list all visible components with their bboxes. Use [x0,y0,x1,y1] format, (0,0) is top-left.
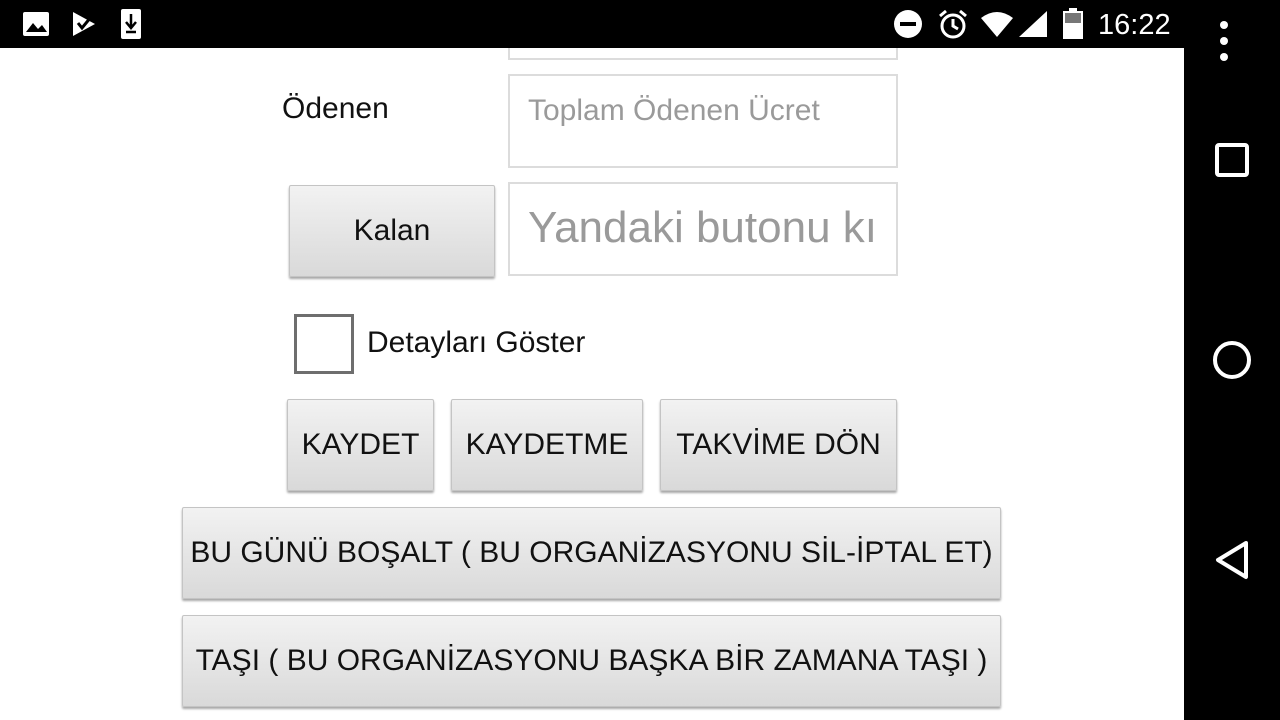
image-icon [22,11,50,42]
clock: 16:22 [1098,9,1171,41]
recents-icon[interactable] [1214,142,1250,183]
navigation-bar [1184,0,1280,720]
wifi-icon [980,10,1014,43]
move-button[interactable]: TAŞI ( BU ORGANİZASYONU BAŞKA BİR ZAMANA… [182,615,1001,707]
paid-label: Ödenen [282,92,389,125]
remaining-input[interactable]: Yandaki butonu kı [508,182,898,276]
back-icon[interactable] [1214,540,1250,585]
paid-input[interactable]: Toplam Ödenen Ücret [508,74,898,168]
do-not-disturb-icon [893,9,923,44]
battery-icon [1062,8,1084,45]
play-store-icon [70,10,98,43]
paid-placeholder: Toplam Ödenen Ücret [528,94,820,127]
save-button[interactable]: KAYDET [287,399,434,491]
home-icon[interactable] [1212,340,1252,385]
show-details-checkbox[interactable] [294,314,354,374]
alarm-icon [937,8,969,45]
remaining-placeholder: Yandaki butonu kı [528,203,877,252]
status-bar: 16:22 [0,0,1184,48]
remaining-button[interactable]: Kalan [289,185,495,277]
signal-icon [1018,10,1048,43]
previous-field[interactable] [508,48,898,60]
clear-day-button[interactable]: BU GÜNÜ BOŞALT ( BU ORGANİZASYONU SİL-İP… [182,507,1001,599]
dont-save-button[interactable]: KAYDETME [451,399,643,491]
back-to-calendar-button[interactable]: TAKVİME DÖN [660,399,897,491]
show-details-label[interactable]: Detayları Göster [367,326,585,360]
overflow-menu-icon[interactable] [1218,20,1230,67]
form-screen: Ödenen Toplam Ödenen Ücret Kalan Yandaki… [0,48,1184,720]
download-icon [120,8,142,45]
